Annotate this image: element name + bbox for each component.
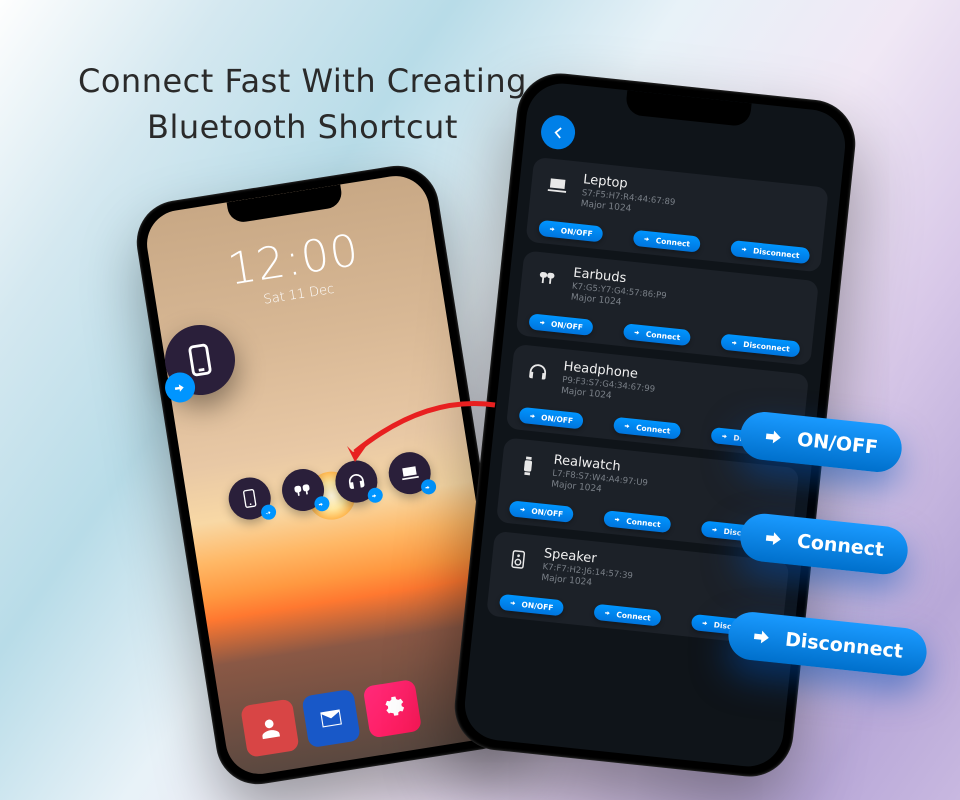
- connect-button[interactable]: Connect: [594, 604, 662, 627]
- share-icon: [763, 527, 787, 551]
- shortcut-laptop[interactable]: [385, 449, 433, 497]
- heading-line1: Connect Fast With Creating: [78, 58, 527, 104]
- earbuds-icon: [532, 264, 563, 295]
- onoff-button[interactable]: ON/OFF: [499, 594, 564, 617]
- share-icon: [260, 504, 277, 521]
- onoff-button[interactable]: ON/OFF: [509, 500, 574, 523]
- laptop-icon: [542, 170, 573, 201]
- onoff-button[interactable]: ON/OFF: [538, 220, 603, 243]
- heading-line2: Bluetooth Shortcut: [78, 104, 527, 150]
- headphone-icon: [522, 357, 553, 388]
- page-heading: Connect Fast With Creating Bluetooth Sho…: [78, 58, 527, 151]
- notch: [226, 185, 343, 225]
- connect-button[interactable]: Connect: [613, 417, 681, 440]
- speaker-icon: [503, 544, 534, 575]
- share-icon: [763, 425, 787, 449]
- lockscreen-clock: 12:00 Sat 11 Dec: [149, 213, 441, 325]
- onoff-button[interactable]: ON/OFF: [528, 313, 593, 336]
- shortcut-headphone[interactable]: [332, 458, 380, 506]
- onoff-button[interactable]: ON/OFF: [518, 407, 583, 430]
- connect-button[interactable]: Connect: [604, 510, 672, 533]
- dock-settings[interactable]: [363, 679, 422, 738]
- connect-button[interactable]: Connect: [633, 230, 701, 253]
- share-icon: [751, 625, 775, 649]
- share-icon: [420, 478, 437, 495]
- dock-mail[interactable]: [301, 689, 360, 748]
- connect-button[interactable]: Connect: [623, 323, 691, 346]
- disconnect-button[interactable]: Disconnect: [721, 334, 801, 358]
- notch: [625, 90, 752, 127]
- shortcut-earbuds[interactable]: [279, 466, 327, 514]
- back-button[interactable]: [539, 114, 576, 151]
- watch-icon: [513, 451, 544, 482]
- shortcut-phone[interactable]: [225, 475, 273, 523]
- dock-contacts[interactable]: [240, 698, 299, 757]
- disconnect-button[interactable]: Disconnect: [730, 240, 810, 264]
- share-icon: [366, 487, 383, 504]
